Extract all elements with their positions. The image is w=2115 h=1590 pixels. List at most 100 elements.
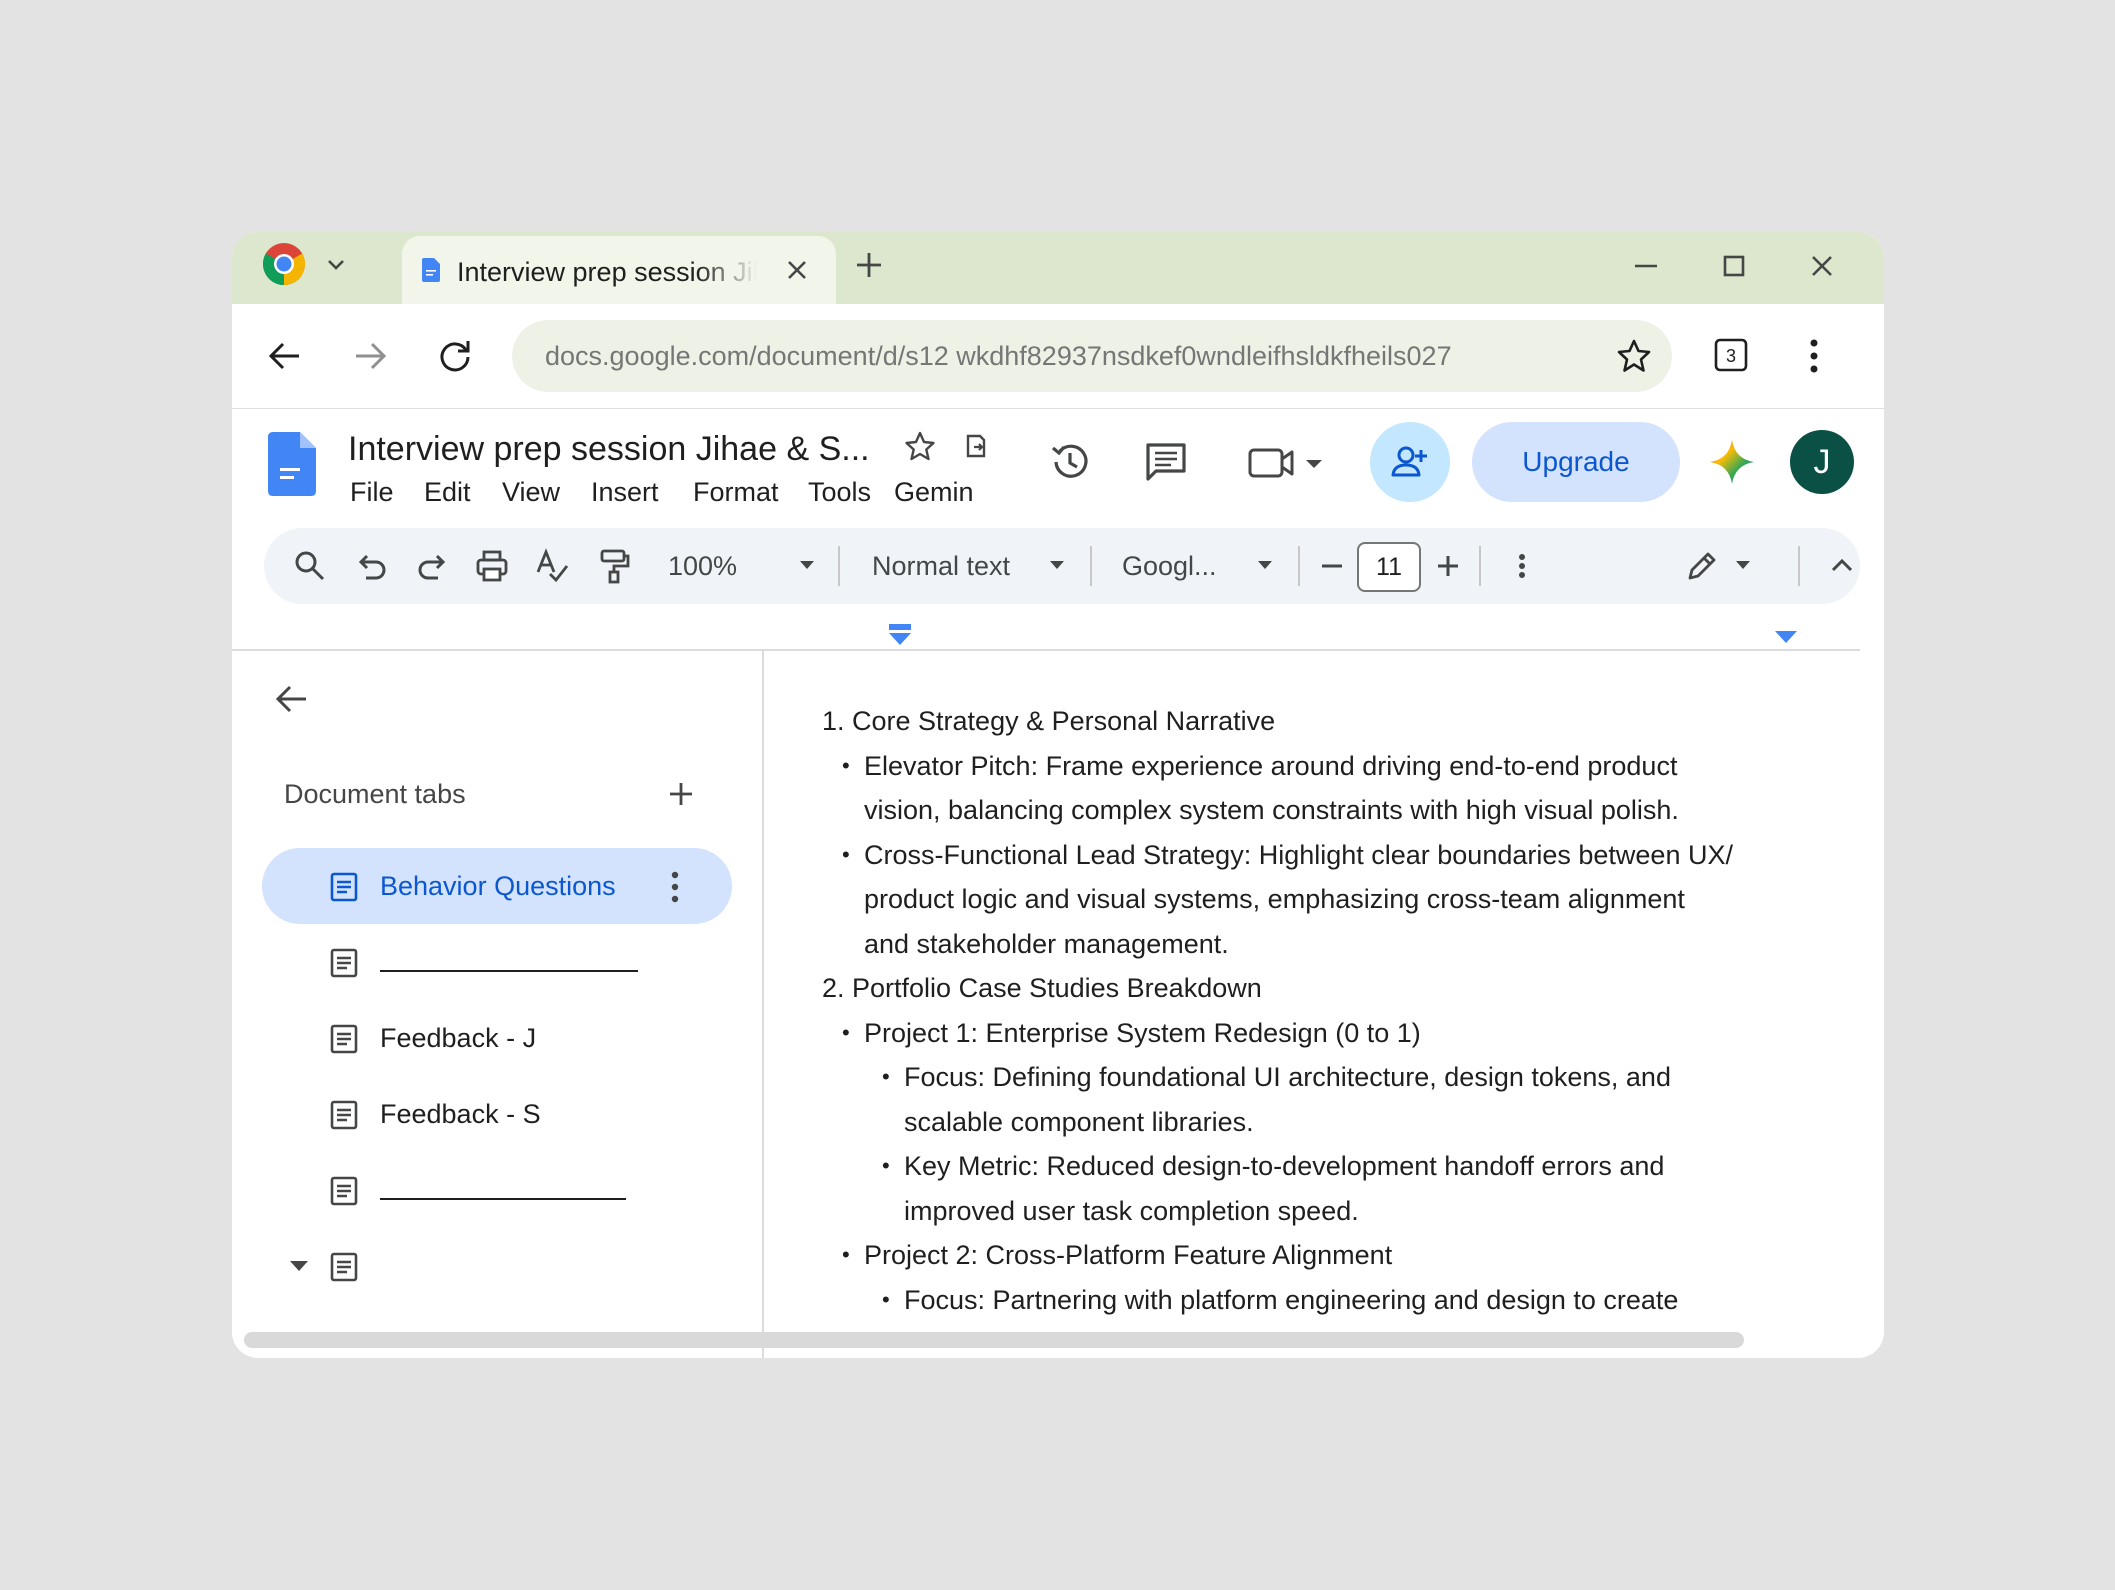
paragraph-style-select[interactable]: Normal text: [872, 546, 1010, 586]
document-tab-icon: [330, 1024, 358, 1054]
document-tab-icon: [330, 948, 358, 978]
tab-count-icon[interactable]: 3: [1714, 338, 1748, 372]
document-line: product logic and visual systems, emphas…: [864, 884, 1685, 914]
account-avatar[interactable]: J: [1790, 430, 1854, 494]
chrome-logo-icon[interactable]: [262, 242, 306, 286]
font-size-input[interactable]: 11: [1357, 542, 1421, 592]
sidebar-tab-label: Behavior Questions: [380, 871, 616, 901]
move-to-folder-icon[interactable]: [962, 432, 990, 460]
bookmark-star-icon[interactable]: [1616, 338, 1652, 374]
list-bullet: •: [882, 1153, 890, 1178]
document-line: 1. Core Strategy & Personal Narrative: [822, 706, 1276, 736]
close-tab-icon[interactable]: [783, 256, 811, 284]
minimize-icon[interactable]: [1632, 252, 1660, 280]
document-tab-icon: [330, 1100, 358, 1130]
redo-icon[interactable]: [414, 548, 450, 584]
paint-format-icon[interactable]: [596, 548, 632, 584]
editing-mode-pencil-icon[interactable]: [1684, 548, 1720, 584]
menu-view[interactable]: View: [502, 472, 560, 512]
font-dropdown-caret-icon[interactable]: [1256, 558, 1274, 572]
sidebar-tab-untitled-2[interactable]: [262, 1152, 732, 1228]
sidebar-tab-collapsed[interactable]: [262, 1228, 732, 1304]
horizontal-scrollbar[interactable]: [244, 1332, 1744, 1348]
add-tab-plus-icon[interactable]: [666, 779, 696, 809]
menu-insert[interactable]: Insert: [591, 472, 659, 512]
docs-favicon-icon: [422, 258, 440, 282]
style-dropdown-caret-icon[interactable]: [1048, 558, 1066, 572]
menu-tools[interactable]: Tools: [808, 472, 871, 512]
document-line: Elevator Pitch: Frame experience around …: [864, 750, 1678, 781]
version-history-icon[interactable]: [1048, 440, 1092, 484]
menu-format[interactable]: Format: [693, 472, 779, 512]
list-bullet: •: [842, 841, 850, 867]
spellcheck-icon[interactable]: [534, 548, 570, 584]
toolbar-separator: [1298, 546, 1300, 586]
browser-menu-icon[interactable]: [1806, 336, 1822, 376]
browser-window: Interview prep session Jihae & S: [232, 232, 1884, 1358]
more-options-icon[interactable]: [1504, 548, 1540, 584]
list-bullet: •: [882, 1064, 890, 1089]
new-tab-plus-icon[interactable]: [854, 250, 884, 280]
sidebar-tab-feedback-j[interactable]: Feedback - J: [262, 1000, 732, 1076]
sidebar-tab-label: Feedback - J: [380, 1023, 537, 1053]
star-document-icon[interactable]: [904, 430, 936, 462]
undo-icon[interactable]: [354, 548, 390, 584]
tab-title: Interview prep session Jihae & S: [457, 257, 757, 287]
google-docs-logo-icon[interactable]: [268, 432, 316, 496]
forward-arrow-icon[interactable]: [352, 338, 388, 374]
back-arrow-icon[interactable]: [267, 338, 303, 374]
sidebar-tab-behavior-questions[interactable]: Behavior Questions: [262, 848, 732, 924]
editing-mode-caret-icon[interactable]: [1734, 558, 1752, 572]
add-person-icon: [1391, 446, 1427, 477]
document-line: 2. Portfolio Case Studies Breakdown: [822, 973, 1262, 1003]
list-bullet: •: [842, 752, 850, 778]
maximize-icon[interactable]: [1720, 252, 1748, 280]
list-bullet: •: [842, 1019, 850, 1045]
hide-tabs-back-arrow-icon[interactable]: [274, 681, 310, 717]
decrease-font-size-icon[interactable]: [1314, 548, 1350, 584]
zoom-dropdown-caret-icon[interactable]: [798, 558, 816, 572]
list-bullet: •: [882, 1286, 890, 1312]
document-line: Project 2: Cross-Platform Feature Alignm…: [864, 1240, 1393, 1270]
toolbar-separator: [838, 546, 840, 586]
document-body[interactable]: 1. Core Strategy & Personal Narrative • El…: [764, 651, 1884, 1358]
upgrade-button[interactable]: Upgrade: [1472, 422, 1680, 502]
menu-file[interactable]: File: [350, 472, 394, 512]
tab-count: 3: [1726, 346, 1736, 366]
address-bar[interactable]: docs.google.com/document/d/s12 wkdhf8293…: [512, 320, 1672, 392]
menu-gemini[interactable]: Gemini: [894, 472, 972, 512]
document-line: and stakeholder management.: [864, 928, 1229, 959]
tab-options-more-icon[interactable]: [670, 870, 680, 904]
font-family-select[interactable]: Googl...: [1122, 546, 1217, 586]
sidebar-tab-untitled-1[interactable]: [262, 924, 732, 1000]
close-window-icon[interactable]: [1808, 252, 1836, 280]
share-button[interactable]: [1370, 422, 1450, 502]
url-text[interactable]: docs.google.com/document/d/s12 wkdhf8293…: [545, 339, 1585, 373]
tab-search-chevron-icon[interactable]: [324, 252, 348, 276]
menu-edit[interactable]: Edit: [424, 472, 471, 512]
sidebar-tab-blank-label: [380, 970, 638, 972]
document-line: vision, balancing complex system constra…: [864, 795, 1679, 825]
print-icon[interactable]: [474, 548, 510, 584]
browser-tab[interactable]: Interview prep session Jihae & S: [402, 236, 836, 304]
sidebar-tab-blank-label: [380, 1198, 626, 1200]
document-line: Key Metric: Reduced design-to-developmen…: [904, 1151, 1665, 1181]
comments-icon[interactable]: [1144, 440, 1188, 484]
search-menus-icon[interactable]: [292, 548, 328, 584]
meet-video-icon[interactable]: [1248, 442, 1322, 482]
toolbar-separator: [1798, 546, 1800, 586]
left-indent-marker-icon[interactable]: [888, 624, 912, 646]
document-tab-icon: [330, 1176, 358, 1206]
zoom-value[interactable]: 100%: [668, 546, 737, 586]
tab-strip: Interview prep session Jihae & S: [232, 232, 1884, 304]
sidebar-tab-feedback-s[interactable]: Feedback - S: [262, 1076, 732, 1152]
reload-icon[interactable]: [437, 337, 473, 373]
increase-font-size-icon[interactable]: [1430, 548, 1466, 584]
document-title[interactable]: Interview prep session Jihae & S...: [348, 426, 878, 472]
collapse-menus-chevron-up-icon[interactable]: [1824, 548, 1860, 584]
gemini-sparkle-icon[interactable]: [1708, 438, 1756, 486]
right-indent-marker-icon[interactable]: [1774, 630, 1798, 644]
document-tabs-sidebar: Document tabs Behavior Questions Feedbac…: [232, 651, 764, 1358]
document-tabs-heading: Document tabs: [284, 779, 466, 809]
sidebar-tab-label: Feedback - S: [380, 1099, 541, 1129]
